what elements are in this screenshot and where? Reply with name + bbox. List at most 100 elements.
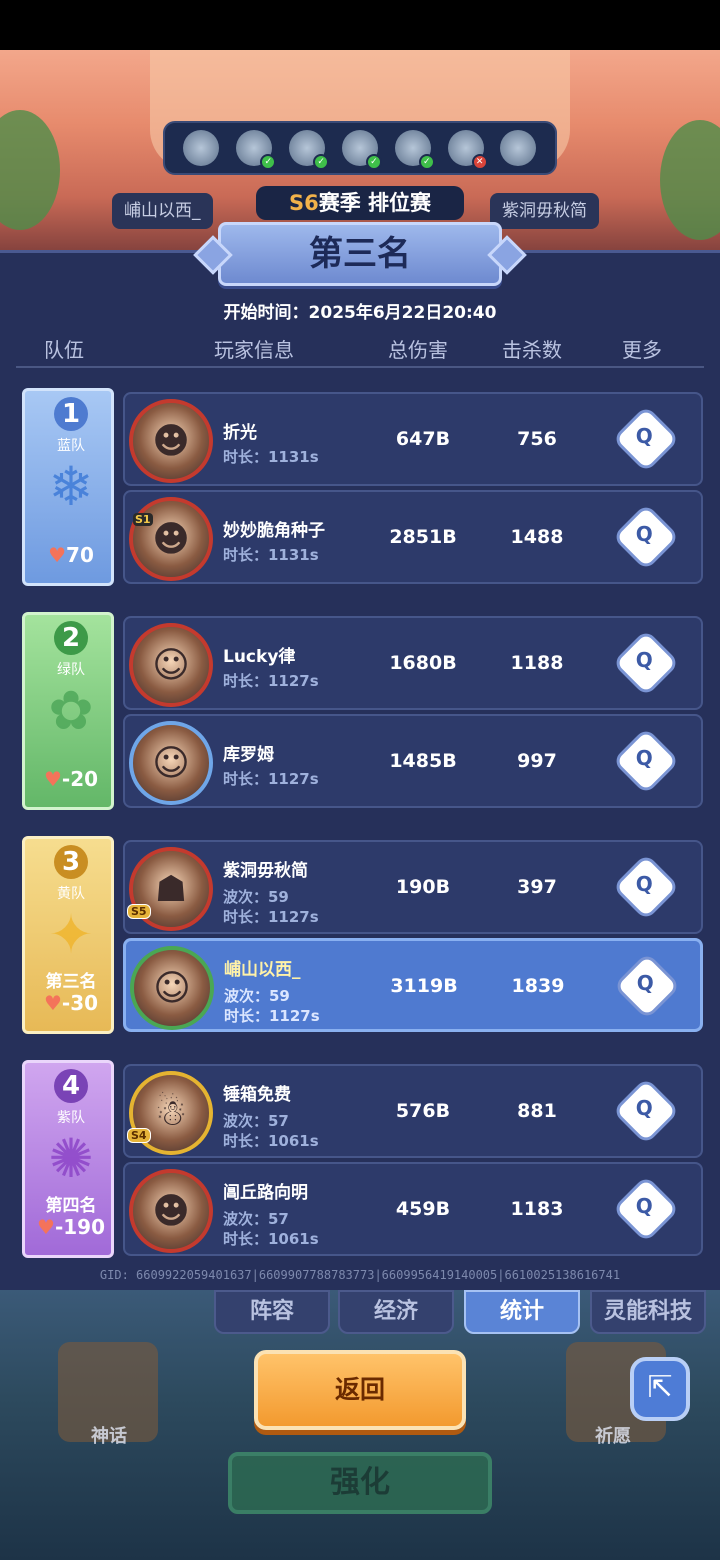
heart-icon: ♥ [37, 1215, 55, 1239]
player-row[interactable]: ☻ 折光 时长：1131s 647B 756 Q [123, 392, 703, 486]
player-row[interactable]: S4 ☃ 锤箱免费 波次：57 时长：1061s 576B 881 Q [123, 1064, 703, 1158]
player-kills: 756 [517, 428, 557, 450]
player-damage: 190B [395, 876, 451, 898]
team-rank: 第三名 [45, 972, 97, 992]
team-hp-value: -190 [54, 1215, 105, 1239]
result-title-banner: 第三名 [218, 222, 502, 286]
team-hp: ♥70 [25, 543, 117, 567]
player-detail-button[interactable]: Q [616, 857, 676, 917]
player-row[interactable]: ☺ Lucky律 时长：1127s 1680B 1188 Q [123, 616, 703, 710]
player-row[interactable]: ☺ 库罗姆 时长：1127s 1485B 997 Q [123, 714, 703, 808]
player-detail-button[interactable]: Q [616, 1081, 676, 1141]
team-emblem-icon: ✦ [48, 903, 94, 966]
player-kills: 1839 [511, 975, 565, 997]
player-avatar: S1 ☻ [129, 497, 213, 581]
tab-economy[interactable]: 经济 [338, 1290, 454, 1334]
player-avatar: ☺ [130, 946, 214, 1030]
player-detail-button[interactable]: Q [616, 1179, 676, 1239]
player-row-self[interactable]: ☺ 峬山以西_ 波次：59 时长：1127s 3119B 1839 Q [123, 938, 703, 1032]
player-duration: 时长：1131s [223, 546, 319, 564]
team-emblem-icon: ❄ [48, 455, 94, 518]
check-icon: ✓ [418, 154, 435, 170]
col-player: 玩家信息 [214, 338, 294, 362]
team-hp: ♥-30 [25, 991, 117, 1015]
season-badge: S1 [133, 513, 153, 526]
magnifier-icon: Q [635, 871, 653, 896]
player-duration: 时长：1127s [223, 672, 319, 690]
player-kills: 997 [517, 750, 557, 772]
player-row[interactable]: S5 ☗ 紫洞毋秋简 波次：59 时长：1127s 190B 397 Q [123, 840, 703, 934]
team-card-green: 2 绿队 ✿ ♥-20 [22, 612, 114, 810]
team-card-purple: 4 紫队 ✺ 第四名 ♥-190 [22, 1060, 114, 1258]
creature-badge-icon: ✓ [236, 130, 277, 170]
team-number: 2 [54, 621, 88, 655]
heart-icon: ♥ [48, 543, 67, 567]
player-name: 妙妙脆角种子 [223, 521, 325, 541]
team-name: 绿队 [57, 662, 85, 678]
heart-icon: ♥ [43, 991, 62, 1015]
magnifier-icon: Q [635, 647, 653, 672]
player-detail-button[interactable]: Q [616, 507, 676, 567]
player-row[interactable]: S1 ☻ 妙妙脆角种子 时长：1131s 2851B 1488 Q [123, 490, 703, 584]
player-damage: 1680B [389, 652, 457, 674]
tab-lineup[interactable]: 阵容 [214, 1290, 330, 1334]
player-name: Lucky律 [223, 647, 296, 667]
player-avatar: ☺ [129, 721, 213, 805]
return-button[interactable]: 返回 [254, 1350, 466, 1430]
season-title: S6赛季 排位赛 [256, 186, 464, 220]
share-icon: ⇱ [647, 1370, 673, 1405]
col-damage: 总伤害 [388, 338, 448, 362]
player-name: 紫洞毋秋简 [223, 861, 308, 881]
wave-badge-row: ✓ ✓ ✓ ✓ ✕ [163, 121, 557, 175]
player-row[interactable]: ☻ 阊丘路向明 波次：57 时长：1061s 459B 1183 Q [123, 1162, 703, 1256]
left-player-tag: 峬山以西_ [112, 193, 213, 229]
team-rank: 第四名 [45, 1196, 97, 1216]
player-damage: 576B [395, 1100, 451, 1122]
tab-psionic-tech[interactable]: 灵能科技 [590, 1290, 706, 1334]
share-button[interactable]: ⇱ [630, 1357, 690, 1421]
creature-badge-icon: ✕ [447, 130, 488, 170]
check-icon: ✓ [260, 154, 277, 170]
snowflake-badge-icon: ✓ [394, 130, 435, 170]
check-icon: ✓ [313, 154, 330, 170]
background-foliage [0, 110, 60, 230]
team-hp: ♥-190 [25, 1215, 117, 1239]
snowflake-badge-icon [183, 130, 220, 166]
player-detail-button[interactable]: Q [616, 633, 676, 693]
tab-statistics[interactable]: 统计 [464, 1290, 580, 1334]
player-avatar: S4 ☃ [127, 1071, 213, 1155]
team-hp-value: -30 [61, 991, 99, 1015]
player-wave: 波次：57 [223, 1210, 289, 1228]
player-kills: 1488 [510, 526, 564, 548]
team-hp-value: 70 [66, 543, 94, 567]
team-card-yellow: 3 黄队 ✦ 第三名 ♥-30 [22, 836, 114, 1034]
cross-icon: ✕ [471, 154, 488, 170]
season-badge: S4 [127, 1128, 151, 1143]
magnifier-icon: Q [635, 745, 653, 770]
background-foliage [660, 120, 720, 240]
player-avatar: ☻ [129, 1169, 213, 1253]
player-avatar: ☺ [129, 623, 213, 707]
player-avatar: ☻ [129, 399, 213, 483]
creature-badge-icon: ✓ [341, 130, 382, 170]
tab-bar: 阵容 经济 统计 灵能科技 [210, 1290, 710, 1334]
column-headers: 队伍 玩家信息 总伤害 击杀数 更多 [16, 334, 704, 368]
player-wave: 波次：59 [223, 888, 289, 906]
magnifier-icon: Q [635, 1095, 653, 1120]
team-number: 1 [54, 397, 88, 431]
player-name: 锤箱免费 [223, 1085, 291, 1105]
player-duration: 时长：1127s [223, 770, 319, 788]
right-player-tag: 紫洞毋秋简 [490, 193, 599, 229]
start-time: 开始时间：2025年6月22日20:40 [223, 303, 497, 323]
boost-button[interactable]: 强化 [228, 1452, 492, 1514]
team-emblem-icon: ✺ [48, 1127, 94, 1190]
myth-label[interactable]: 神话 [44, 1422, 174, 1448]
player-duration: 时长：1131s [223, 448, 319, 466]
player-kills: 1183 [510, 1198, 564, 1220]
player-detail-button[interactable]: Q [616, 731, 676, 791]
player-duration: 时长：1061s [223, 1132, 319, 1150]
player-wave: 波次：57 [223, 1112, 289, 1130]
wish-label[interactable]: 祈愿 [548, 1422, 678, 1448]
player-detail-button[interactable]: Q [616, 409, 676, 469]
player-detail-button[interactable]: Q [617, 956, 677, 1016]
